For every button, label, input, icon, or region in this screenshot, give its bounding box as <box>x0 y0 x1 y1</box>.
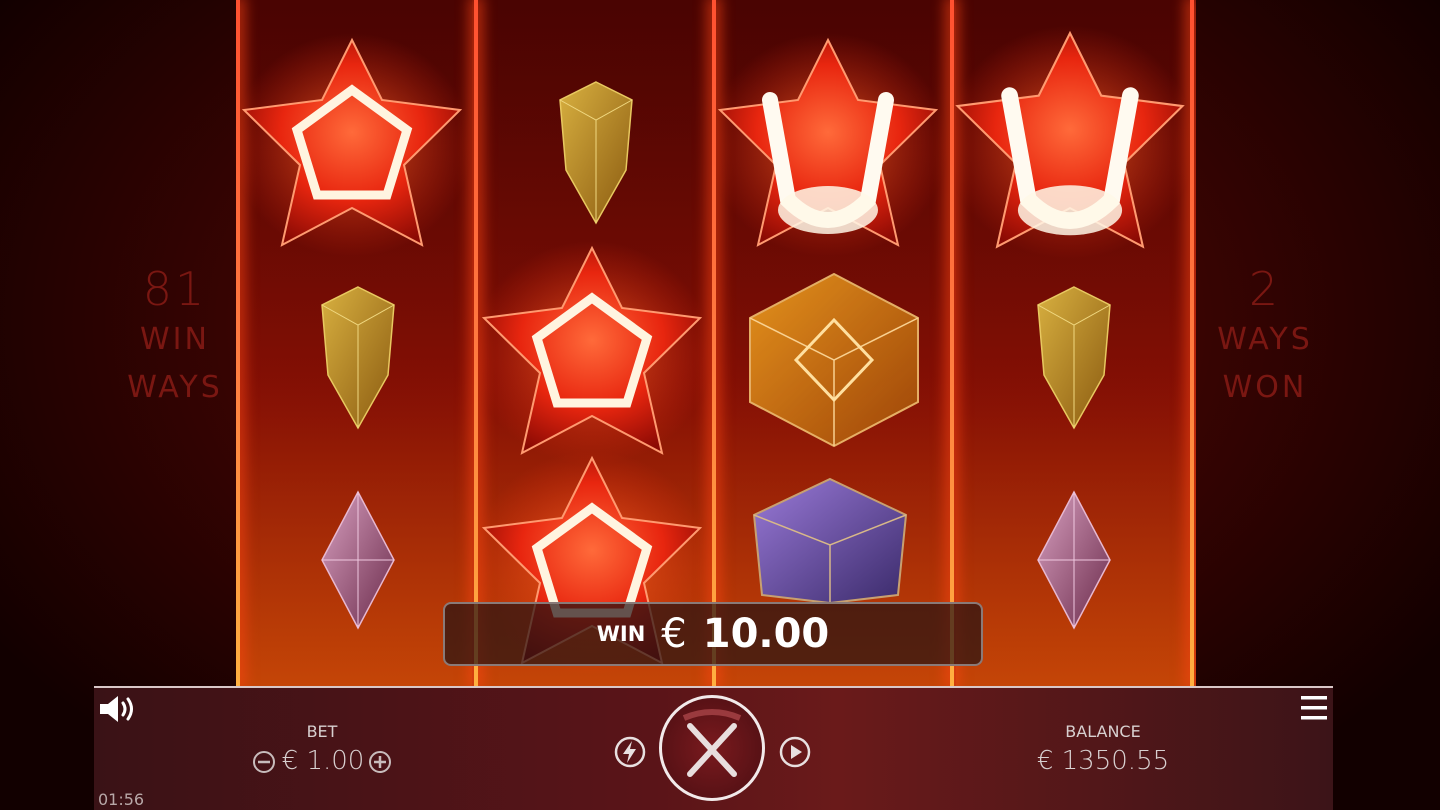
win-currency: € <box>661 611 687 657</box>
win-amount: 10.00 <box>702 611 830 657</box>
plus-circle-icon[interactable] <box>368 750 392 774</box>
red-star-gem-winning <box>232 30 472 260</box>
ways-won-panel: 2 WAYS WON <box>1210 262 1320 412</box>
win-ways-count: 81 <box>142 262 208 316</box>
win-ways-word-1: WIN <box>140 322 210 357</box>
speaker-icon[interactable] <box>98 694 136 724</box>
minus-circle-icon[interactable] <box>252 750 276 774</box>
ways-won-count: 2 <box>1248 262 1282 316</box>
lightning-icon[interactable] <box>614 736 646 768</box>
bet-value: € 1.00 <box>281 746 365 776</box>
ways-won-word-2: WON <box>1222 370 1308 405</box>
balance-value: € 1350.55 <box>1036 746 1170 776</box>
hamburger-menu-icon[interactable] <box>1299 694 1329 722</box>
win-ways-panel: 81 WIN WAYS <box>120 262 230 412</box>
ways-won-word-1: WAYS <box>1217 322 1313 357</box>
amber-drop-gem <box>318 285 398 430</box>
spin-stop-button[interactable] <box>659 695 765 801</box>
play-icon[interactable] <box>779 736 811 768</box>
orange-polyhedron-gem <box>742 270 927 450</box>
red-star-gem-winning <box>708 30 948 260</box>
win-label: WIN <box>596 622 646 646</box>
amber-drop-gem <box>556 80 636 225</box>
x-icon <box>682 709 742 777</box>
amber-drop-gem <box>1034 285 1114 430</box>
session-clock: 01:56 <box>98 790 145 809</box>
balance-label: BALANCE <box>1065 722 1141 741</box>
purple-polyhedron-gem <box>748 475 913 605</box>
win-ways-word-2: WAYS <box>127 370 223 405</box>
pink-diamond-gem <box>1034 490 1114 630</box>
red-star-gem-winning <box>472 238 712 468</box>
win-display: WIN € 10.00 <box>443 602 983 666</box>
bet-label: BET <box>306 722 338 741</box>
pink-diamond-gem <box>318 490 398 630</box>
red-star-gem-winning <box>945 20 1195 265</box>
